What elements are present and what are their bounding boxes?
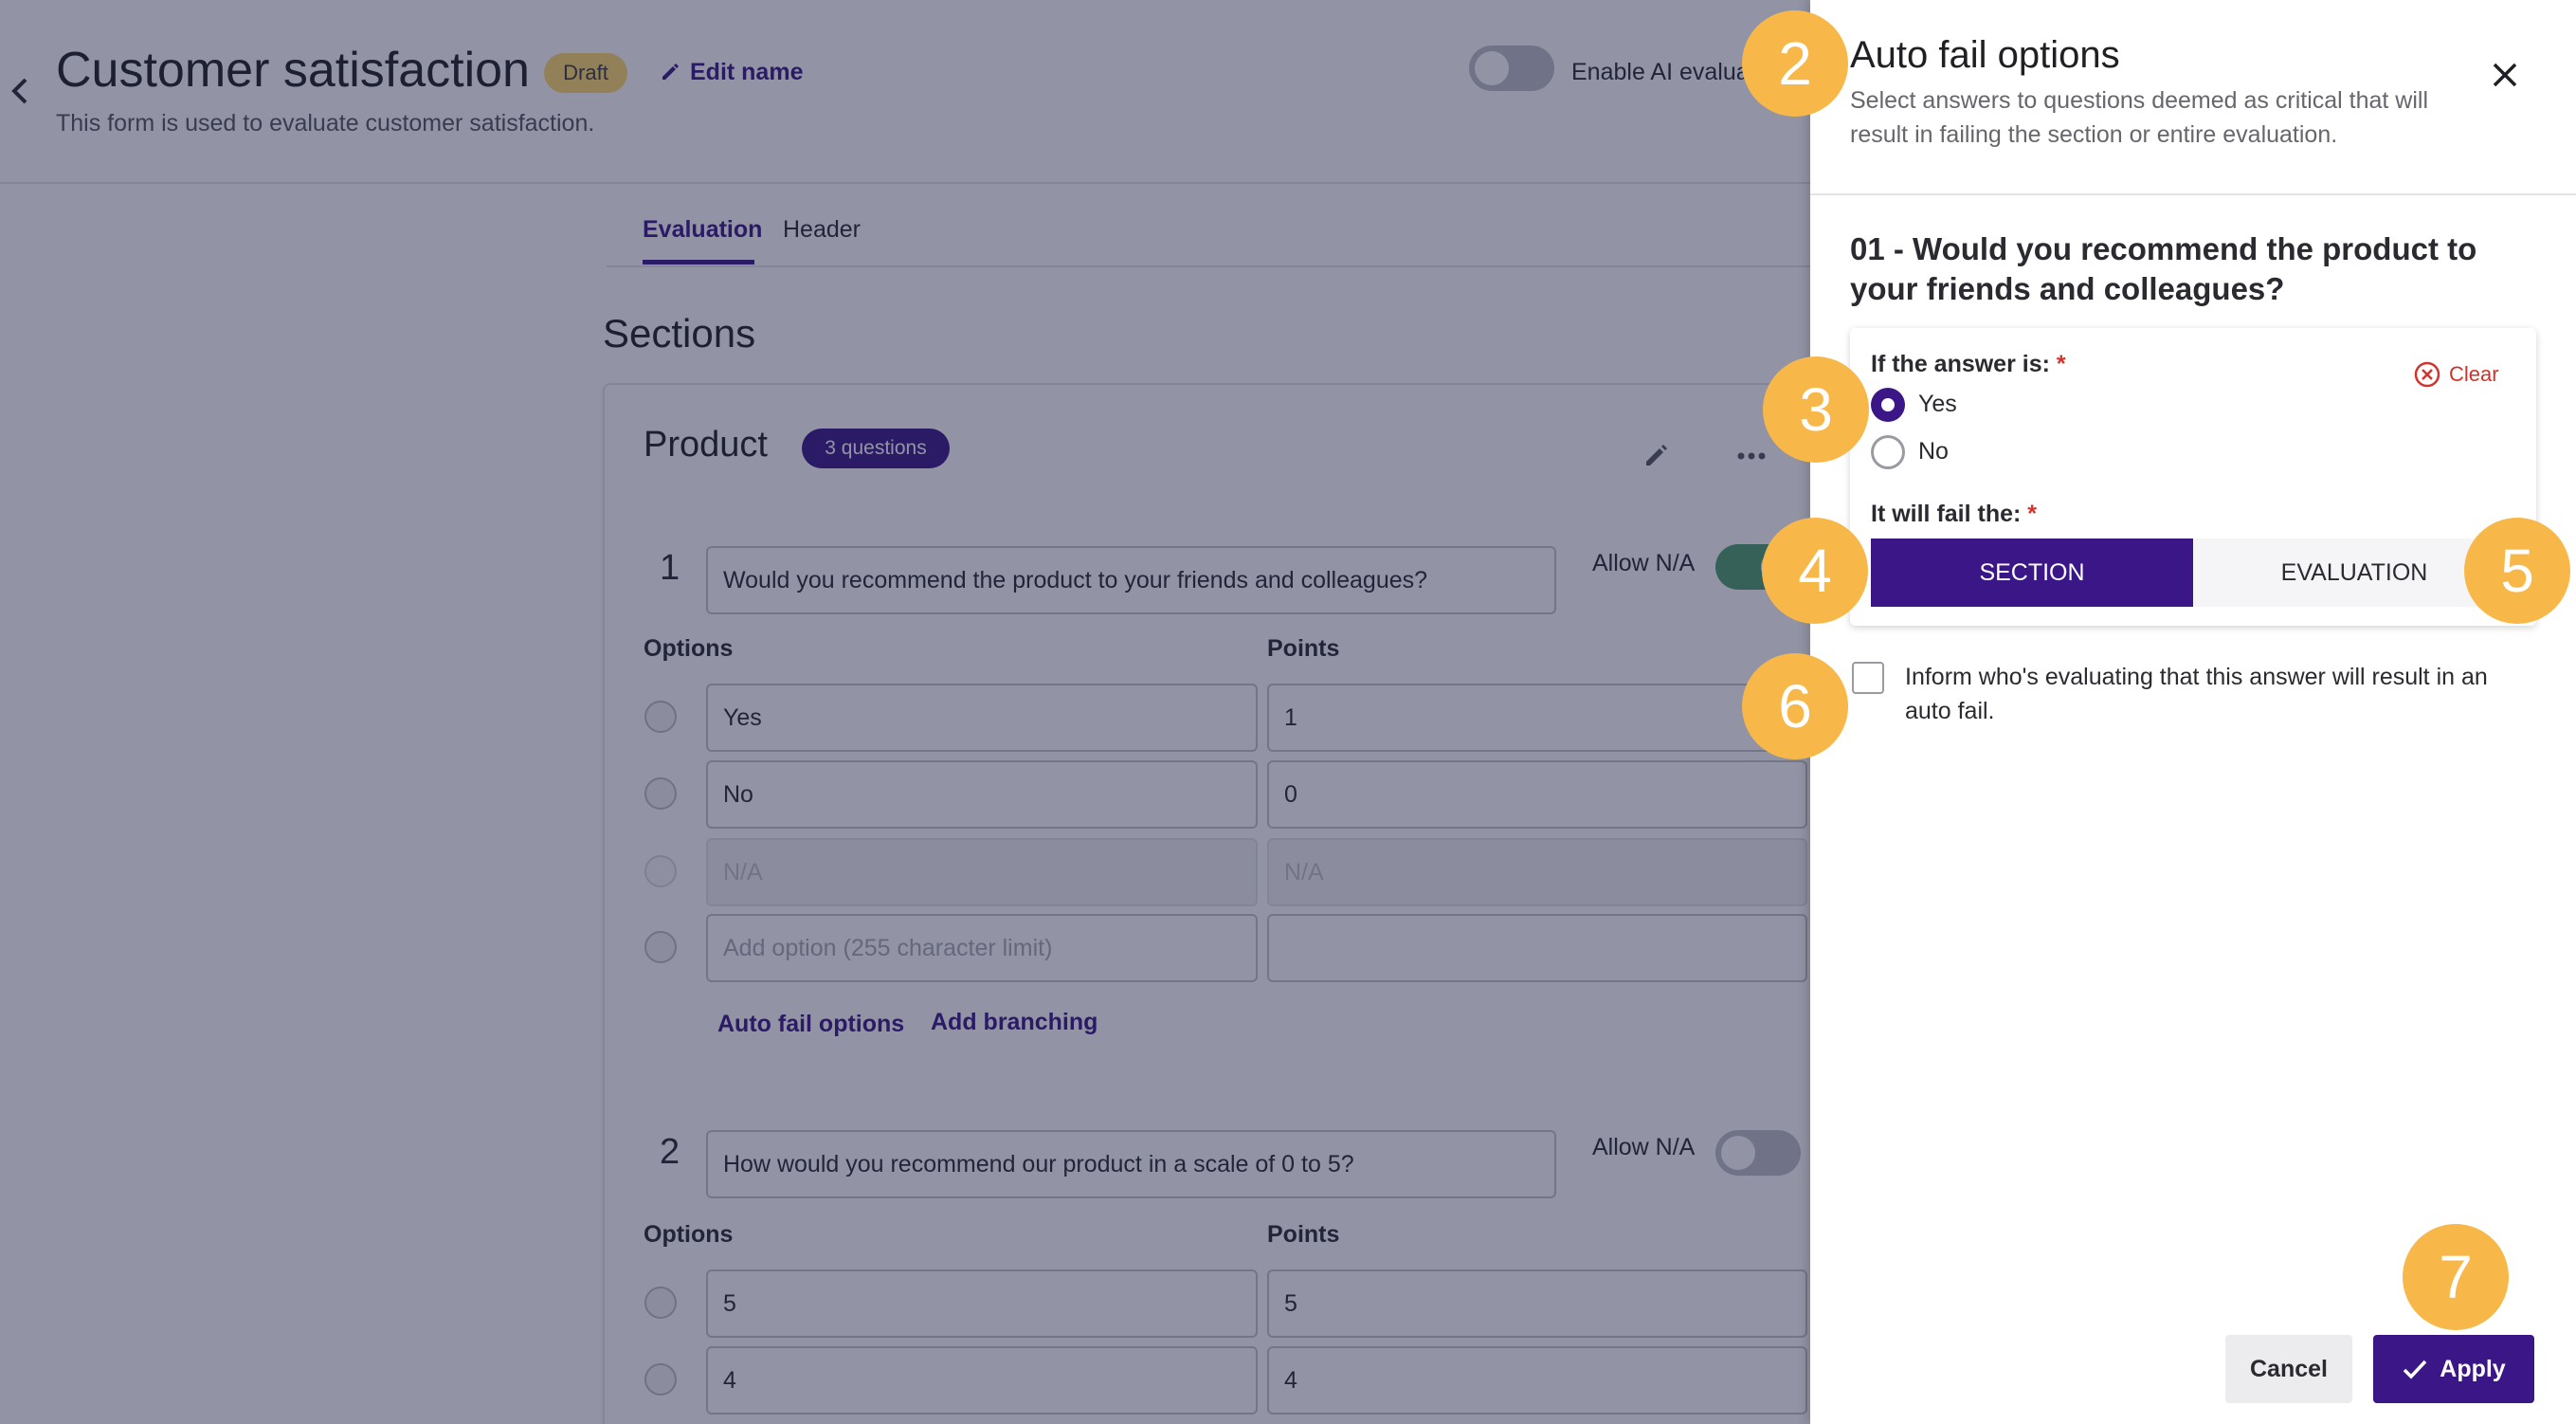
tab-evaluation-label: Evaluation	[643, 216, 763, 243]
option-radio[interactable]	[644, 1363, 677, 1396]
option-label-input[interactable]: 5	[706, 1269, 1258, 1338]
more-options-icon[interactable]	[1736, 449, 1767, 461]
header-divider	[0, 182, 1810, 184]
inform-checkbox[interactable]	[1852, 662, 1884, 694]
checkmark-icon	[2402, 1356, 2428, 1382]
add-option-points-input[interactable]	[1267, 914, 1807, 982]
section-scope-label: SECTION	[1979, 558, 2085, 586]
question-heading: 01 - Would you recommend the product to …	[1850, 231, 2477, 306]
panel-divider	[1810, 193, 2576, 195]
clear-circle-icon	[2413, 360, 2441, 389]
evaluation-scope-label: EVALUATION	[2280, 558, 2428, 586]
option-label-input[interactable]: Yes	[706, 684, 1258, 752]
allow-na-label: Allow N/A	[1592, 1134, 1696, 1160]
status-badge: Draft	[544, 53, 627, 93]
auto-fail-options-link[interactable]: Auto fail options	[717, 1011, 904, 1038]
inform-label: Inform who's evaluating that this answer…	[1905, 664, 2488, 724]
add-branching-link[interactable]: Add branching	[931, 1009, 1098, 1036]
option-radio[interactable]	[644, 931, 677, 963]
points-label: Points	[1267, 635, 1340, 662]
tabs-divider	[607, 265, 1810, 267]
required-mark: *	[2056, 351, 2066, 377]
section-name: Product	[644, 425, 768, 465]
ai-evaluation-toggle[interactable]	[1469, 46, 1554, 91]
clear-label: Clear	[2449, 362, 2499, 386]
answer-no-label: No	[1918, 438, 1949, 465]
edit-section-icon[interactable]	[1642, 440, 1672, 470]
tab-active-indicator	[643, 260, 754, 265]
cancel-button[interactable]: Cancel	[2225, 1335, 2352, 1403]
add-option-input[interactable]: Add option (255 character limit)	[706, 914, 1258, 982]
question-count-badge: 3 questions	[802, 429, 950, 468]
edit-name-label: Edit name	[690, 58, 804, 85]
allow-na-toggle[interactable]	[1715, 1130, 1801, 1176]
option-points-input[interactable]: 0	[1267, 760, 1807, 829]
step-marker-4: 4	[1762, 518, 1868, 624]
answer-yes-label: Yes	[1918, 391, 1957, 417]
back-icon[interactable]	[8, 72, 34, 110]
close-icon[interactable]	[2489, 59, 2521, 91]
fail-scope-label: It will fail the: *	[1871, 501, 2038, 527]
option-points-input[interactable]: 4	[1267, 1346, 1807, 1415]
options-label: Options	[644, 635, 734, 662]
points-label: Points	[1267, 1221, 1340, 1248]
cancel-label: Cancel	[2250, 1355, 2328, 1382]
question-number: 1	[660, 548, 680, 588]
option-radio[interactable]	[644, 777, 677, 810]
option-label-input[interactable]: 4	[706, 1346, 1258, 1415]
apply-button[interactable]: Apply	[2373, 1335, 2534, 1403]
answer-no-radio[interactable]	[1871, 435, 1905, 469]
option-label-input[interactable]: No	[706, 760, 1258, 829]
panel-subtitle: Select answers to questions deemed as cr…	[1850, 87, 2429, 148]
form-editor-page: Customer satisfaction Draft Edit name Th…	[0, 0, 1810, 1424]
question-number: 2	[660, 1132, 680, 1172]
ai-toggle-label: Enable AI evaluat	[1571, 59, 1756, 85]
page-description: This form is used to evaluate customer s…	[56, 110, 595, 137]
option-points-input[interactable]: 1	[1267, 684, 1807, 752]
required-mark: *	[2027, 501, 2038, 527]
step-marker-6: 6	[1742, 653, 1848, 759]
na-option-input: N/A	[706, 838, 1258, 906]
allow-na-label: Allow N/A	[1592, 550, 1696, 576]
clear-button[interactable]: Clear	[2413, 360, 2499, 389]
question-text-input[interactable]: Would you recommend the product to your …	[706, 546, 1556, 614]
answer-yes-radio[interactable]	[1871, 388, 1905, 422]
option-points-input[interactable]: 5	[1267, 1269, 1807, 1338]
panel-title: Auto fail options	[1850, 34, 2120, 76]
step-marker-3: 3	[1763, 356, 1869, 463]
answer-label: If the answer is: *	[1871, 351, 2066, 377]
option-radio[interactable]	[644, 1287, 677, 1319]
question-text-input[interactable]: How would you recommend our product in a…	[706, 1130, 1556, 1198]
step-marker-7: 7	[2403, 1224, 2509, 1330]
option-radio[interactable]	[644, 701, 677, 733]
tab-header-label: Header	[783, 216, 861, 243]
tab-evaluation[interactable]: Evaluation	[643, 216, 762, 265]
options-label: Options	[644, 1221, 734, 1248]
step-marker-2: 2	[1742, 10, 1848, 117]
section-scope-button[interactable]: SECTION	[1871, 539, 2193, 607]
page-title: Customer satisfaction	[56, 43, 530, 98]
option-radio	[644, 855, 677, 887]
step-marker-5: 5	[2464, 518, 2570, 624]
auto-fail-panel: Auto fail options Select answers to ques…	[1810, 0, 2576, 1424]
apply-label: Apply	[2440, 1355, 2506, 1382]
tab-header[interactable]: Header	[783, 216, 861, 244]
pencil-icon	[660, 62, 680, 82]
edit-name-button[interactable]: Edit name	[660, 55, 803, 89]
na-points-input: N/A	[1267, 838, 1807, 906]
sections-title: Sections	[603, 311, 756, 356]
